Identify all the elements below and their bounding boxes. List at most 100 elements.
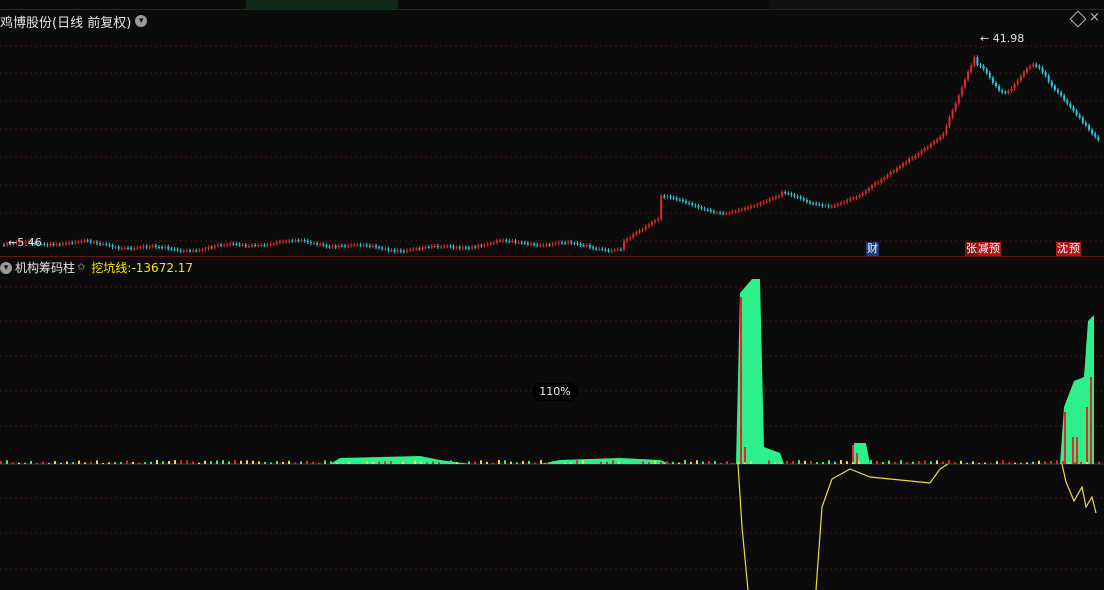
candle-body xyxy=(161,247,163,248)
noise-bar xyxy=(306,461,308,464)
noise-bar xyxy=(558,461,560,464)
active-tab-marker[interactable] xyxy=(246,0,398,9)
candle-body xyxy=(43,244,45,245)
candle-body xyxy=(567,242,569,243)
candle-body xyxy=(1082,118,1084,123)
event-badge-yu[interactable]: 预 xyxy=(988,242,1001,256)
candle-body xyxy=(542,245,544,246)
indicator-chart[interactable] xyxy=(0,257,1104,590)
candle-body xyxy=(809,202,811,203)
noise-bar xyxy=(696,460,698,464)
tab-marker[interactable] xyxy=(770,0,920,9)
candle-body xyxy=(936,140,938,142)
high-price-label: ← 41.98 xyxy=(980,32,1024,45)
candle-body xyxy=(205,249,207,250)
price-chart-panel[interactable]: 鸡博股份(日线 前复权) ▾ × ← 41.98 ←5.46 xyxy=(0,9,1104,257)
star-icon[interactable]: ✩ xyxy=(77,262,85,273)
candle-body xyxy=(539,245,541,246)
candle-body xyxy=(893,171,895,172)
noise-bar xyxy=(846,461,848,464)
candle-body xyxy=(1094,134,1096,137)
candle-body xyxy=(604,249,606,250)
indicator-line-value: 挖坑线:-13672.17 xyxy=(91,259,193,276)
candle-body xyxy=(437,246,439,247)
noise-bar xyxy=(1062,461,1064,464)
noise-bar xyxy=(240,461,242,464)
candle-body xyxy=(332,246,334,247)
candle-body xyxy=(384,249,386,250)
candle-body xyxy=(304,240,306,241)
candle-body xyxy=(276,242,278,244)
candle-body xyxy=(642,229,644,230)
candle-body xyxy=(260,245,262,246)
noise-bar xyxy=(1044,461,1046,464)
chevron-down-icon[interactable]: ▾ xyxy=(0,262,12,274)
candle-body xyxy=(586,245,588,246)
noise-bar xyxy=(354,460,356,464)
indicator-panel[interactable] xyxy=(0,256,1104,590)
candle-body xyxy=(834,205,836,206)
candlestick-chart[interactable] xyxy=(0,10,1104,257)
candle-body xyxy=(787,193,789,194)
candle-body xyxy=(394,250,396,251)
candle-body xyxy=(989,73,991,78)
candle-body xyxy=(784,192,786,193)
noise-bar xyxy=(510,462,512,464)
noise-bar xyxy=(204,461,206,464)
noise-bar xyxy=(1008,462,1010,464)
candle-body xyxy=(226,245,228,246)
noise-bar xyxy=(858,461,860,464)
candle-body xyxy=(583,245,585,246)
candle-body xyxy=(753,206,755,207)
red-bar xyxy=(856,453,858,464)
red-bar xyxy=(744,447,746,464)
candle-body xyxy=(329,247,331,248)
candle-body xyxy=(691,203,693,205)
candle-body xyxy=(105,244,107,245)
candle-body xyxy=(673,198,675,199)
candle-body xyxy=(347,246,349,247)
noise-bar xyxy=(30,461,32,464)
candle-body xyxy=(502,240,504,241)
noise-bar xyxy=(498,460,500,464)
noise-bar xyxy=(0,461,2,464)
noise-bar xyxy=(168,461,170,464)
candle-body xyxy=(635,232,637,234)
candle-body xyxy=(1048,76,1050,82)
noise-bar xyxy=(474,461,476,464)
candle-body xyxy=(666,196,668,197)
candle-body xyxy=(208,247,210,248)
candle-body xyxy=(852,198,854,199)
noise-bar xyxy=(414,460,416,464)
candle-body xyxy=(521,242,523,243)
candle-body xyxy=(558,242,560,243)
noise-bar xyxy=(876,461,878,464)
candle-body xyxy=(229,243,231,244)
noise-bar xyxy=(348,462,350,464)
candle-body xyxy=(449,246,451,247)
candle-body xyxy=(84,240,86,241)
noise-bar xyxy=(54,461,56,464)
noise-bar xyxy=(42,461,44,464)
close-icon[interactable]: × xyxy=(1089,10,1100,25)
candle-body xyxy=(254,245,256,246)
noise-bar xyxy=(36,463,38,464)
candle-body xyxy=(313,243,315,244)
candle-body xyxy=(849,198,851,200)
candle-body xyxy=(769,199,771,201)
candle-body xyxy=(759,203,761,205)
candle-body xyxy=(778,196,780,197)
candle-body xyxy=(598,249,600,250)
candle-body xyxy=(118,247,120,249)
candle-body xyxy=(781,192,783,196)
candle-body xyxy=(1097,137,1099,140)
candle-body xyxy=(3,245,5,246)
indicator-title-row: ▾ 机构筹码柱 ✩ 挖坑线:-13672.17 xyxy=(0,259,193,276)
event-badge-finance[interactable]: 财 xyxy=(866,242,879,256)
event-badge-yu2[interactable]: 预 xyxy=(1068,242,1081,256)
noise-bar xyxy=(1038,461,1040,464)
chevron-down-icon[interactable]: ▾ xyxy=(135,15,147,27)
low-price-label: ←5.46 xyxy=(8,236,42,249)
candle-body xyxy=(806,200,808,202)
candle-body xyxy=(434,246,436,247)
